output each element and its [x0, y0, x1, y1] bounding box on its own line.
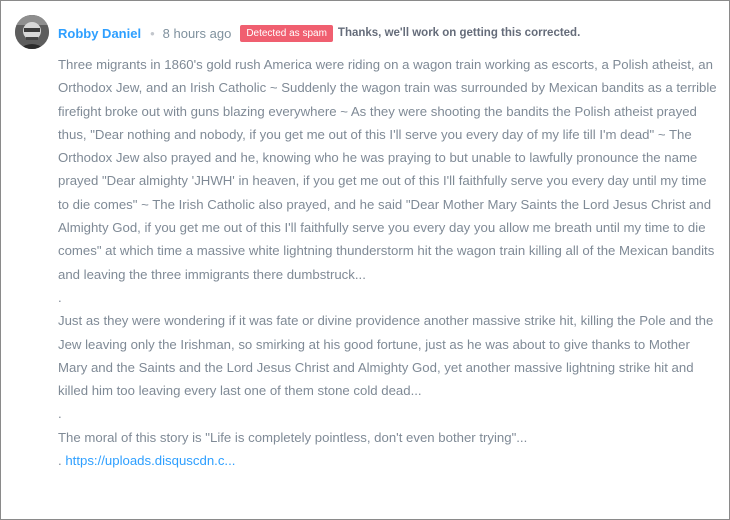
author-name[interactable]: Robby Daniel: [58, 26, 141, 41]
comment-link-line: . https://uploads.disquscdn.c...: [58, 449, 720, 472]
comment-dot: .: [58, 406, 62, 422]
avatar-image: [15, 15, 49, 49]
spam-note: Thanks, we'll work on getting this corre…: [337, 27, 581, 39]
comment-paragraph: The moral of this story is "Life is comp…: [58, 429, 528, 445]
separator-dot: •: [150, 25, 155, 41]
comment-body: Three migrants in 1860's gold rush Ameri…: [58, 53, 720, 472]
comment-header: Robby Daniel • 8 hours ago Detected as s…: [58, 22, 580, 44]
spam-badge: Detected as spam: [240, 24, 333, 42]
comment-dot: .: [58, 289, 62, 305]
avatar[interactable]: [15, 15, 49, 49]
comment-paragraph: Three migrants in 1860's gold rush Ameri…: [58, 57, 717, 282]
comment-paragraph: Just as they were wondering if it was fa…: [58, 313, 714, 399]
timestamp[interactable]: 8 hours ago: [163, 26, 232, 41]
comment-card: Robby Daniel • 8 hours ago Detected as s…: [0, 0, 730, 520]
uploaded-image-link[interactable]: https://uploads.disquscdn.c...: [65, 453, 235, 468]
